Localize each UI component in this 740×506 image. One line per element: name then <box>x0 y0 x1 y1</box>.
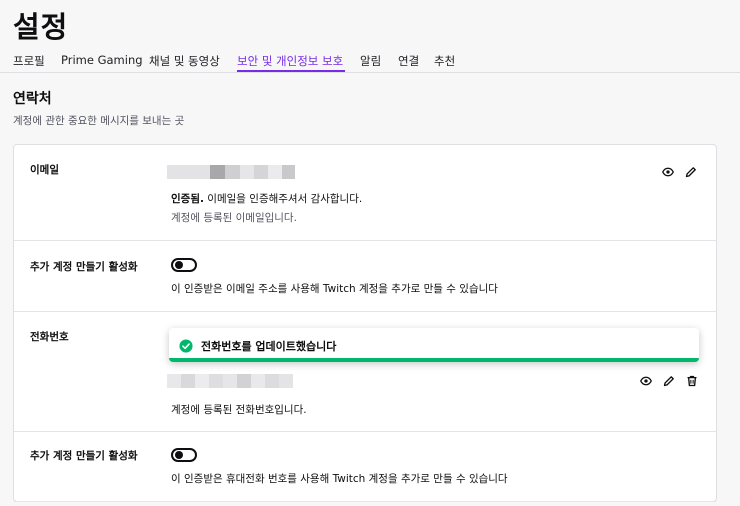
active-tab-indicator <box>237 70 345 72</box>
trash-icon[interactable] <box>685 374 699 388</box>
pencil-icon[interactable] <box>662 374 676 388</box>
contact-section-title: 연락처 <box>13 91 52 107</box>
check-circle-icon <box>179 338 193 353</box>
settings-tabs: 프로필 Prime Gaming 채널 및 동영상 보안 및 개인정보 보호 알… <box>0 48 740 73</box>
email-verified-label: 인증됨. <box>171 193 204 205</box>
phone-additional-accounts-row: 추가 계정 만들기 활성화 이 인증받은 휴대전화 번호를 사용해 Twitch… <box>14 432 716 502</box>
phone-helper-text: 계정에 등록된 전화번호입니다. <box>171 404 307 416</box>
phone-label: 전화번호 <box>30 331 69 343</box>
email-row: 이메일 인증됨. 이메일을 인증해주셔서 감사합니다. 계정에 등록된 이메일입… <box>14 145 716 241</box>
success-toast: 전화번호를 업데이트했습니다 <box>169 328 699 362</box>
email-verified-message: 이메일을 인증해주셔서 감사합니다. <box>203 193 363 205</box>
pencil-icon[interactable] <box>684 165 698 179</box>
tab-recommendations[interactable]: 추천 <box>434 53 455 69</box>
toast-message: 전화번호를 업데이트했습니다 <box>201 340 337 353</box>
email-additional-accounts-label: 추가 계정 만들기 활성화 <box>30 261 138 273</box>
toast-progress-bar <box>169 358 699 362</box>
email-value-redacted <box>167 165 295 179</box>
phone-value-redacted <box>167 374 293 388</box>
email-additional-accounts-row: 추가 계정 만들기 활성화 이 인증받은 이메일 주소를 사용해 Twitch … <box>14 241 716 312</box>
phone-additional-accounts-description: 이 인증받은 휴대전화 번호를 사용해 Twitch 계정을 추가로 만들 수 … <box>171 473 508 485</box>
tab-profile[interactable]: 프로필 <box>13 53 45 69</box>
tab-prime-gaming[interactable]: Prime Gaming <box>61 53 143 67</box>
tab-channel-videos[interactable]: 채널 및 동영상 <box>149 53 220 69</box>
email-helper-text: 계정에 등록된 이메일입니다. <box>171 212 297 224</box>
eye-icon[interactable] <box>661 165 675 179</box>
tab-notifications[interactable]: 알림 <box>360 53 381 69</box>
tab-security-privacy[interactable]: 보안 및 개인정보 보호 <box>237 53 343 69</box>
phone-additional-accounts-label: 추가 계정 만들기 활성화 <box>30 450 138 462</box>
email-additional-accounts-toggle[interactable] <box>171 258 197 272</box>
contact-card: 이메일 인증됨. 이메일을 인증해주셔서 감사합니다. 계정에 등록된 이메일입… <box>13 144 717 502</box>
email-additional-accounts-description: 이 인증받은 이메일 주소를 사용해 Twitch 계정을 추가로 만들 수 있… <box>171 283 498 295</box>
email-verified-text: 인증됨. 이메일을 인증해주셔서 감사합니다. <box>171 191 362 206</box>
phone-additional-accounts-toggle[interactable] <box>171 448 197 462</box>
eye-icon[interactable] <box>639 374 653 388</box>
contact-section-description: 계정에 관한 중요한 메시지를 보내는 곳 <box>13 115 185 127</box>
page-title: 설정 <box>13 10 69 44</box>
email-label: 이메일 <box>30 164 59 176</box>
tab-connections[interactable]: 연결 <box>398 53 419 69</box>
